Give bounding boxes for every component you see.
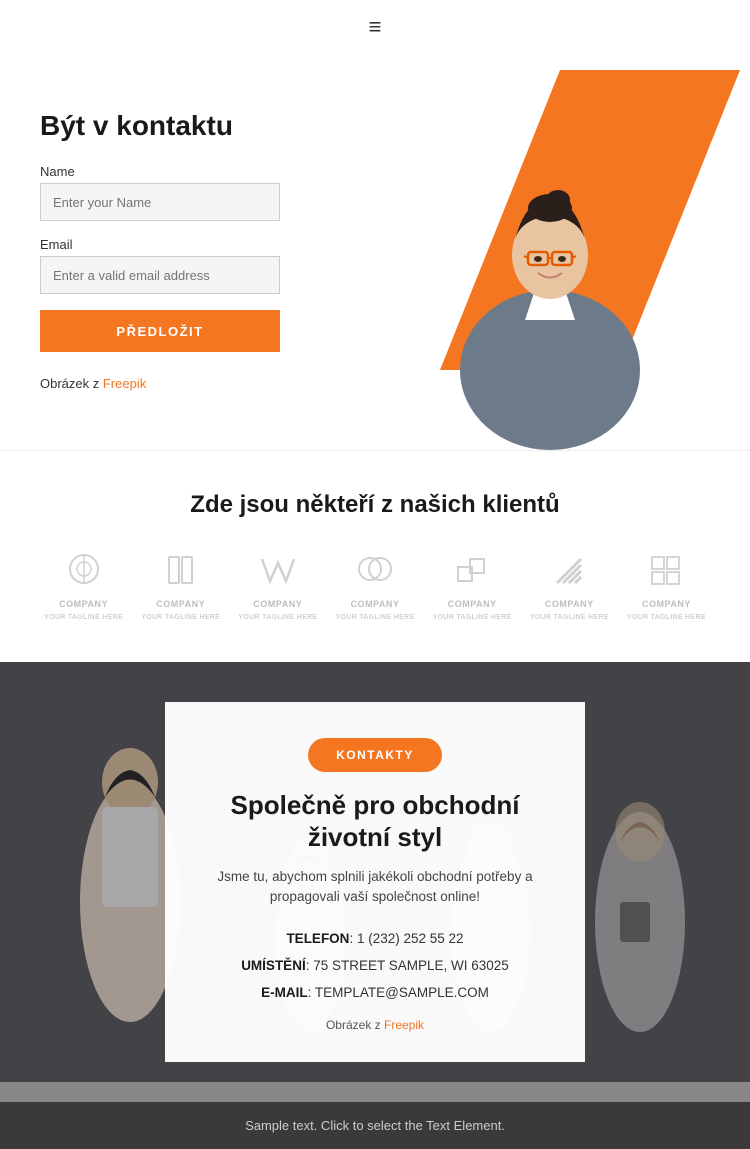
footer-text[interactable]: Sample text. Click to select the Text El… xyxy=(16,1118,734,1133)
contact-address: UMÍSTĚNÍ: 75 STREET SAMPLE, WI 63025 xyxy=(201,952,549,979)
client-logo-5-label: COMPANYYOUR TAGLINE HERE xyxy=(433,599,512,622)
clients-logos: COMPANYYOUR TAGLINE HERE COMPANYYOUR TAG… xyxy=(40,549,710,622)
client-logo-1: COMPANYYOUR TAGLINE HERE xyxy=(44,549,123,622)
client-logo-4-label: COMPANYYOUR TAGLINE HERE xyxy=(336,599,415,622)
hero-form: Být v kontaktu Name Email PŘEDLOŽIT Obrá… xyxy=(40,90,340,391)
email-input[interactable] xyxy=(40,256,280,294)
hero-woman-image xyxy=(370,80,730,450)
header: ≡ xyxy=(0,0,750,50)
name-label: Name xyxy=(40,164,340,179)
client-logo-7: COMPANYYOUR TAGLINE HERE xyxy=(627,549,706,622)
freepik-link[interactable]: Freepik xyxy=(103,376,146,391)
contact-card: KONTAKTY Společně pro obchodní životní s… xyxy=(165,702,585,1062)
email-label: Email xyxy=(40,237,340,252)
client-logo-1-label: COMPANYYOUR TAGLINE HERE xyxy=(44,599,123,622)
hero-section: Být v kontaktu Name Email PŘEDLOŽIT Obrá… xyxy=(0,50,750,450)
contact-phone: TELEFON: 1 (232) 252 55 22 xyxy=(201,925,549,952)
client-logo-4: COMPANYYOUR TAGLINE HERE xyxy=(336,549,415,622)
client-logo-2: COMPANYYOUR TAGLINE HERE xyxy=(141,549,220,622)
contact-freepik-link[interactable]: Freepik xyxy=(384,1018,424,1032)
client-logo-2-label: COMPANYYOUR TAGLINE HERE xyxy=(141,599,220,622)
client-logo-3: COMPANYYOUR TAGLINE HERE xyxy=(238,549,317,622)
hamburger-icon[interactable]: ≡ xyxy=(369,14,382,40)
contact-title: Společně pro obchodní životní styl xyxy=(201,790,549,852)
name-input[interactable] xyxy=(40,183,280,221)
contact-freepik-credit: Obrázek z Freepik xyxy=(201,1018,549,1032)
client-logo-3-label: COMPANYYOUR TAGLINE HERE xyxy=(238,599,317,622)
clients-title: Zde jsou někteří z našich klientů xyxy=(40,491,710,519)
contact-email: E-MAIL: TEMPLATE@SAMPLE.COM xyxy=(201,979,549,1006)
contact-button[interactable]: KONTAKTY xyxy=(308,738,442,772)
business-section: KONTAKTY Společně pro obchodní životní s… xyxy=(0,662,750,1102)
contact-description: Jsme tu, abychom splnili jakékoli obchod… xyxy=(201,867,549,908)
client-logo-7-label: COMPANYYOUR TAGLINE HERE xyxy=(627,599,706,622)
client-logo-5: COMPANYYOUR TAGLINE HERE xyxy=(433,549,512,622)
client-logo-6-label: COMPANYYOUR TAGLINE HERE xyxy=(530,599,609,622)
client-logo-6: COMPANYYOUR TAGLINE HERE xyxy=(530,549,609,622)
hero-image-area xyxy=(330,50,750,450)
clients-section: Zde jsou někteří z našich klientů COMPAN… xyxy=(0,450,750,662)
hero-title: Být v kontaktu xyxy=(40,110,340,142)
submit-button[interactable]: PŘEDLOŽIT xyxy=(40,310,280,352)
footer: Sample text. Click to select the Text El… xyxy=(0,1102,750,1149)
contact-info: TELEFON: 1 (232) 252 55 22 UMÍSTĚNÍ: 75 … xyxy=(201,925,549,1006)
freepik-credit: Obrázek z Freepik xyxy=(40,376,340,391)
